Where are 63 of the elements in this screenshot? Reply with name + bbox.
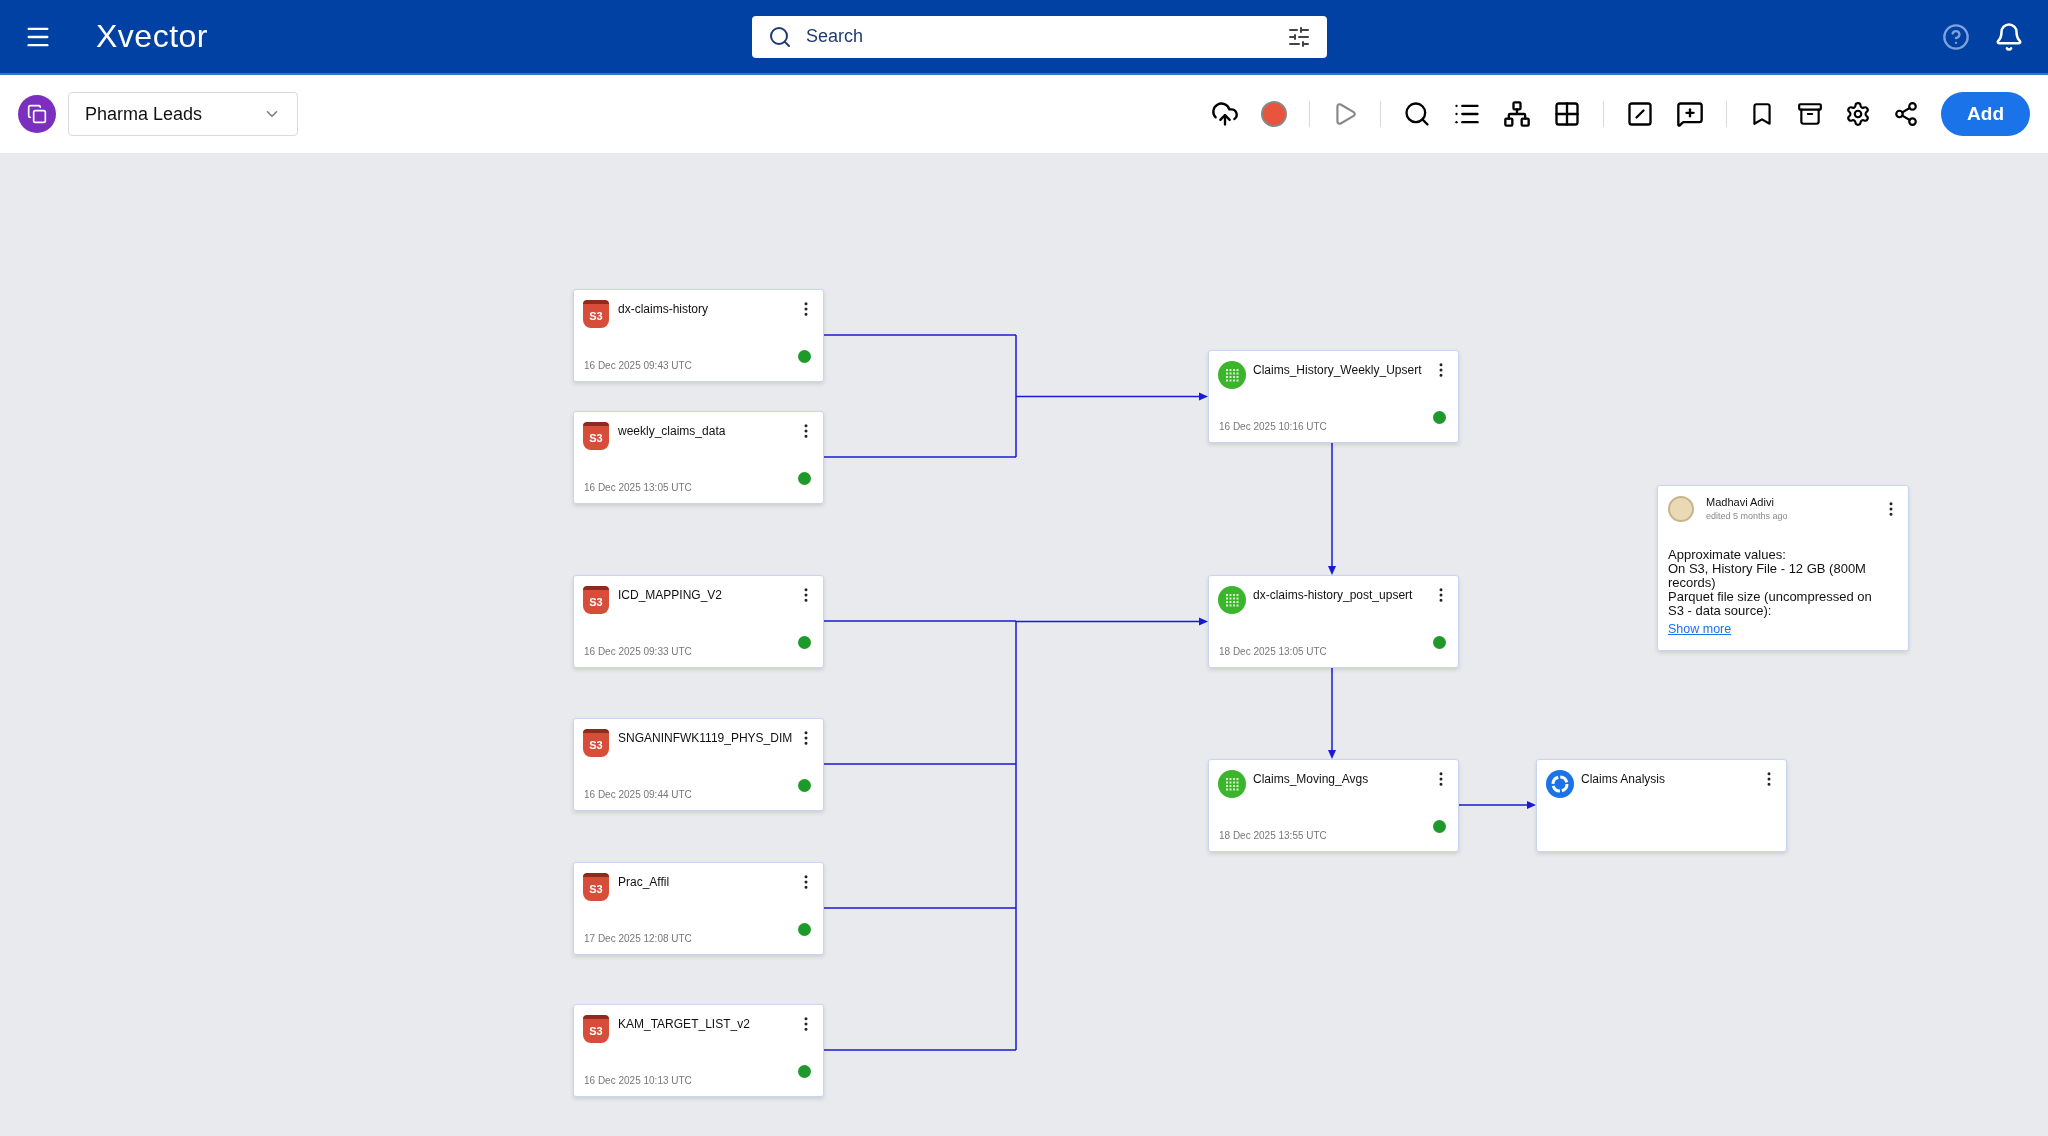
bucket-icon: S3 <box>583 300 609 328</box>
node-name: SNGANINFWK1119_PHYS_DIM <box>618 731 793 745</box>
add-comment-icon[interactable] <box>1676 100 1705 128</box>
node-name: Claims Analysis <box>1581 772 1666 786</box>
edited-time: edited 5 months ago <box>1706 511 1788 521</box>
bell-icon[interactable] <box>1994 21 2024 52</box>
note-text: Approximate values: On S3, History File - 12 GB (800M records) Parquet file size (uncompressed on S3 - data source): <box>1668 548 1873 618</box>
bucket-icon: S3 <box>583 873 609 901</box>
node-time: 16 Dec 2025 09:44 UTC <box>584 789 692 800</box>
node-card[interactable]: Claims_Moving_Avgs 18 Dec 2025 13:55 UTC <box>1208 759 1459 852</box>
node-time: 16 Dec 2025 09:33 UTC <box>584 646 692 657</box>
ring-icon <box>1546 770 1574 798</box>
node-card[interactable]: dx-claims-history_post_upsert 18 Dec 2025 13:05 UTC <box>1208 575 1459 668</box>
slashed-square-icon[interactable] <box>1626 100 1655 128</box>
node-card[interactable]: S3 SNGANINFWK1119_PHYS_DIM 16 Dec 2025 09:44 UTC <box>573 718 824 811</box>
node-card[interactable]: Claims Analysis <box>1536 759 1787 852</box>
node-card[interactable]: S3 Prac_Affil 17 Dec 2025 12:08 UTC <box>573 862 824 955</box>
node-card[interactable]: S3 KAM_TARGET_LIST_v2 16 Dec 2025 10:13 UTC <box>573 1004 824 1097</box>
avatar <box>1668 496 1694 522</box>
node-card[interactable]: S3 ICD_MAPPING_V2 16 Dec 2025 09:33 UTC <box>573 575 824 668</box>
node-name: weekly_claims_data <box>618 424 726 438</box>
node-card[interactable]: S3 dx-claims-history 16 Dec 2025 09:43 UTC <box>573 289 824 382</box>
node-time: 16 Dec 2025 10:16 UTC <box>1219 421 1327 432</box>
node-name: Prac_Affil <box>618 875 670 889</box>
node-time: 16 Dec 2025 09:43 UTC <box>584 360 692 371</box>
node-name: Claims_History_Weekly_Upsert <box>1253 363 1422 377</box>
node-time: 16 Dec 2025 10:13 UTC <box>584 1075 692 1086</box>
node-time: 17 Dec 2025 12:08 UTC <box>584 933 692 944</box>
grid-icon <box>1218 586 1246 614</box>
bucket-icon: S3 <box>583 422 609 450</box>
status-icon[interactable] <box>1261 101 1288 127</box>
node-name: ICD_MAPPING_V2 <box>618 588 723 602</box>
archive-icon[interactable] <box>1797 101 1824 127</box>
grid-icon <box>1218 361 1246 389</box>
share-icon[interactable] <box>1893 101 1920 127</box>
search-icon[interactable] <box>1403 100 1432 128</box>
hierarchy-icon[interactable] <box>1503 100 1532 128</box>
settings-icon[interactable] <box>1845 101 1872 127</box>
add-button[interactable]: Add <box>1941 92 2030 136</box>
node-card[interactable]: S3 weekly_claims_data 16 Dec 2025 13:05 UTC <box>573 411 824 504</box>
workspace-dropdown[interactable]: Pharma Leads <box>68 92 298 136</box>
help-icon[interactable] <box>1942 22 1970 51</box>
bucket-icon: S3 <box>583 1015 609 1043</box>
node-name: dx-claims-history <box>618 302 708 316</box>
search-icon <box>768 24 792 49</box>
show-more-link[interactable]: Show more <box>1668 622 1732 636</box>
node-name: KAM_TARGET_LIST_v2 <box>618 1017 750 1031</box>
grid-icon <box>1218 770 1246 798</box>
upload-icon[interactable] <box>1211 100 1240 128</box>
node-time: 16 Dec 2025 13:05 UTC <box>584 482 692 493</box>
bucket-icon: S3 <box>583 586 609 614</box>
node-time: 18 Dec 2025 13:05 UTC <box>1219 646 1327 657</box>
search-bar[interactable]: Search <box>752 15 1327 58</box>
brand-logo: Xvector <box>96 18 208 55</box>
node-time: 18 Dec 2025 13:55 UTC <box>1219 830 1327 841</box>
bucket-icon: S3 <box>583 729 609 757</box>
workspace-icon <box>18 95 56 133</box>
node-name: Claims_Moving_Avgs <box>1253 772 1369 786</box>
filter-icon[interactable] <box>1287 24 1311 49</box>
node-name: dx-claims-history_post_upsert <box>1253 588 1413 602</box>
node-card[interactable]: Claims_History_Weekly_Upsert 16 Dec 2025 10:16 UTC <box>1208 350 1459 443</box>
author-name: Madhavi Adivi <box>1706 496 1774 508</box>
grid-icon[interactable] <box>1553 100 1582 128</box>
